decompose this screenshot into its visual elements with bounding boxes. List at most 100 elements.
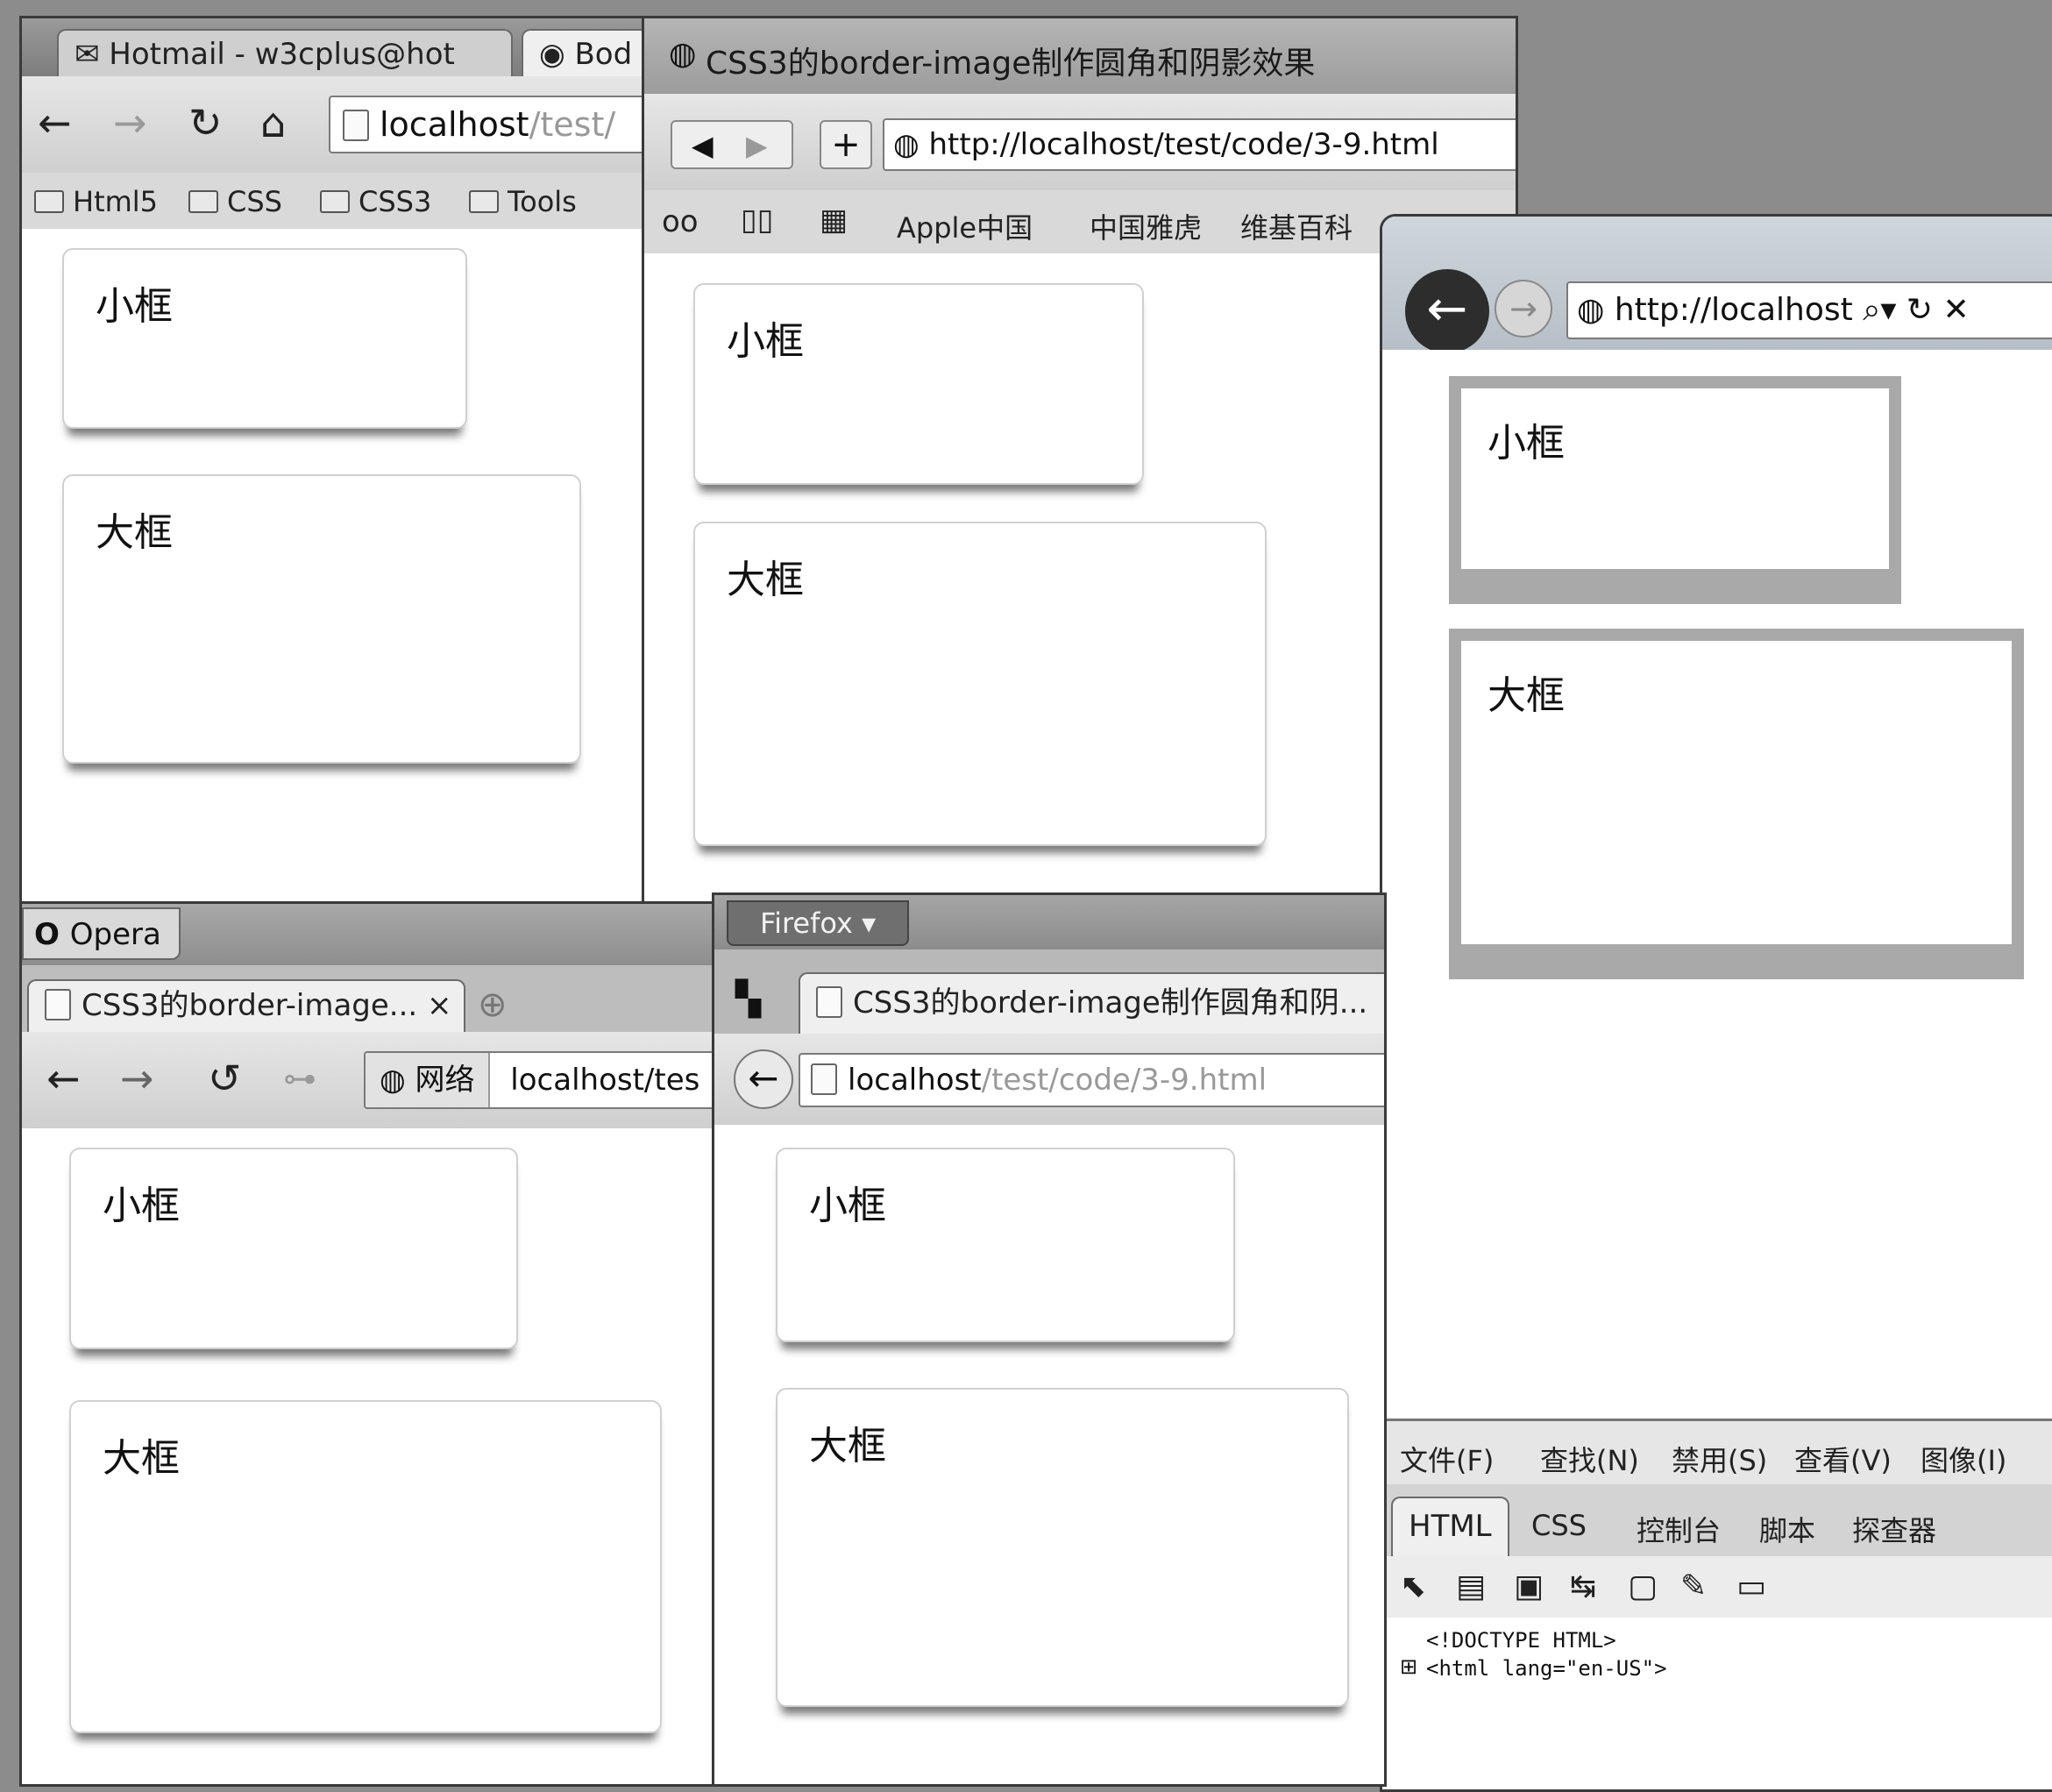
forward-icon[interactable]: ▶ bbox=[746, 129, 768, 162]
devtools-menu-image[interactable]: 图像(I) bbox=[1921, 1439, 2006, 1479]
bookmark-html5[interactable]: Html5 bbox=[34, 185, 158, 218]
devtools-dom-tree: <!DOCTYPE HTML> ⊞ <html lang="en-US"> bbox=[1382, 1618, 2052, 1789]
layout-icon[interactable]: ▭ bbox=[1736, 1568, 1766, 1604]
new-tab-icon[interactable]: ⊕ bbox=[478, 985, 508, 1025]
firefox-big-box: 大框 bbox=[776, 1388, 1349, 1707]
back-icon[interactable]: ← bbox=[46, 1058, 81, 1099]
book-icon[interactable]: ▯▯ bbox=[741, 203, 773, 238]
ie-url: http://localhost bbox=[1614, 292, 1853, 328]
devtools-tab-html[interactable]: HTML bbox=[1391, 1497, 1509, 1556]
mail-icon: ✉ bbox=[75, 37, 110, 72]
opera-toolbar: ← → ↺ ⊶ ◍ 网络 localhost/tes bbox=[22, 1032, 735, 1130]
bookmark-apple[interactable]: Apple中国 bbox=[897, 206, 1033, 246]
bookmark-tools[interactable]: Tools bbox=[469, 185, 577, 218]
opera-net-label: 网络 bbox=[415, 1063, 475, 1098]
globe-icon: ◍ bbox=[669, 36, 697, 72]
opera-small-box: 小框 bbox=[69, 1148, 518, 1349]
dom-icon[interactable]: ▢ bbox=[1628, 1568, 1658, 1604]
small-box-label: 小框 bbox=[1488, 421, 1565, 466]
add-bookmark-button[interactable]: + bbox=[820, 120, 872, 169]
back-icon[interactable]: ← bbox=[734, 1049, 793, 1109]
ie-small-box: 小框 bbox=[1449, 376, 1901, 604]
page-icon bbox=[811, 1063, 837, 1095]
opera-tab-label: CSS3的border-image... bbox=[82, 988, 418, 1023]
folder-icon bbox=[469, 190, 499, 213]
chrome-tab-bod-label: Bod bbox=[574, 37, 633, 72]
ie-big-box: 大框 bbox=[1449, 629, 2024, 979]
chrome-small-box: 小框 bbox=[62, 248, 467, 429]
firefox-page: 小框 大框 bbox=[714, 1125, 1384, 1784]
reading-list-icon[interactable]: oo bbox=[662, 204, 699, 239]
expand-icon[interactable]: ⊞ bbox=[1400, 1654, 1417, 1679]
devtools-menu-find[interactable]: 查找(N) bbox=[1540, 1439, 1639, 1479]
firefox-toolbar: ← localhost/test/code/3-9.html bbox=[714, 1034, 1384, 1127]
opera-menu-button[interactable]: O Opera bbox=[22, 907, 181, 960]
forward-icon[interactable]: → bbox=[120, 1058, 154, 1099]
chrome-address-bar[interactable]: localhost/test/ bbox=[329, 96, 648, 153]
big-box-label: 大框 bbox=[727, 558, 804, 602]
back-icon[interactable]: ◀ bbox=[692, 129, 714, 162]
back-icon[interactable]: ← bbox=[1405, 269, 1489, 353]
refresh-icon[interactable]: ↻ bbox=[1896, 292, 1933, 328]
chrome-tab-hotmail[interactable]: ✉ Hotmail - w3cplus@hot bbox=[57, 29, 513, 76]
ie-window: ← → ◍ http://localhost ⌕▾ ↻ ✕ 小框 大框 文件(F… bbox=[1380, 214, 2052, 1792]
key-icon[interactable]: ⊶ bbox=[283, 1062, 316, 1095]
bookmark-wikipedia[interactable]: 维基百科 bbox=[1240, 206, 1353, 246]
safari-small-box: 小框 bbox=[693, 283, 1144, 485]
home-icon[interactable]: ⌂ bbox=[260, 103, 286, 143]
reload-icon[interactable]: ↻ bbox=[188, 103, 223, 143]
opera-address-bar[interactable]: ◍ 网络 localhost/tes bbox=[364, 1051, 735, 1109]
search-icon[interactable]: ⌕▾ bbox=[1853, 292, 1896, 328]
firefox-tabstrip: ▚ CSS3的border-image制作圆角和阴... bbox=[714, 949, 1384, 1034]
firefox-tab-label: CSS3的border-image制作圆角和阴... bbox=[853, 985, 1368, 1020]
forward-icon[interactable]: → bbox=[1495, 280, 1552, 338]
folder-icon bbox=[34, 190, 64, 213]
forward-icon[interactable]: → bbox=[113, 103, 147, 143]
opera-titlebar: O Opera bbox=[22, 904, 735, 965]
save-icon[interactable]: ▣ bbox=[1514, 1568, 1544, 1604]
small-box-label: 小框 bbox=[727, 319, 804, 364]
ie-address-bar[interactable]: ◍ http://localhost ⌕▾ ↻ ✕ bbox=[1566, 281, 2052, 339]
opera-page: 小框 大框 bbox=[22, 1128, 735, 1784]
close-icon[interactable]: ✕ bbox=[1933, 292, 1969, 328]
close-tab-icon[interactable]: × bbox=[427, 988, 452, 1023]
devtools-tab-script[interactable]: 脚本 bbox=[1759, 1509, 1815, 1549]
chrome-tab-bod[interactable]: ◉ Bod bbox=[522, 29, 648, 76]
edit-icon[interactable]: ✎ bbox=[1680, 1568, 1707, 1604]
firefox-menu-button[interactable]: Firefox ▾ bbox=[727, 900, 910, 946]
safari-url: http://localhost/test/code/3-9.html bbox=[928, 127, 1439, 162]
bookmark-css3[interactable]: CSS3 bbox=[320, 185, 431, 218]
devtools-tab-profiler[interactable]: 探查器 bbox=[1852, 1509, 1936, 1549]
folder-icon bbox=[320, 190, 350, 213]
grid-icon[interactable]: ▦ bbox=[820, 203, 848, 238]
refresh-icon[interactable]: ↹ bbox=[1570, 1568, 1596, 1604]
chevron-down-icon: ▾ bbox=[852, 907, 877, 940]
clear-icon[interactable]: ▤ bbox=[1456, 1568, 1486, 1604]
back-icon[interactable]: ← bbox=[38, 103, 72, 143]
reload-icon[interactable]: ↺ bbox=[208, 1058, 242, 1099]
devtools-menu-disable[interactable]: 禁用(S) bbox=[1672, 1439, 1767, 1479]
opera-tab[interactable]: CSS3的border-image... × bbox=[27, 979, 465, 1032]
select-element-icon[interactable]: ⬉ bbox=[1400, 1568, 1426, 1604]
safari-address-bar[interactable]: ◍ http://localhost/test/code/3-9.html bbox=[883, 118, 1516, 171]
devtools-menu-file[interactable]: 文件(F) bbox=[1400, 1439, 1494, 1479]
chrome-big-box: 大框 bbox=[62, 474, 581, 764]
devtools-tab-console[interactable]: 控制台 bbox=[1637, 1509, 1721, 1549]
devtools-menu-view[interactable]: 查看(V) bbox=[1794, 1439, 1892, 1479]
firefox-address-bar[interactable]: localhost/test/code/3-9.html bbox=[799, 1053, 1384, 1107]
big-box-label: 大框 bbox=[103, 1436, 180, 1481]
firefox-tab[interactable]: CSS3的border-image制作圆角和阴... bbox=[799, 972, 1384, 1034]
bookmark-yahoo[interactable]: 中国雅虎 bbox=[1090, 206, 1202, 246]
chrome-tab-hotmail-label: Hotmail - w3cplus@hot bbox=[109, 37, 455, 72]
devtools-menubar: 文件(F) 查找(N) 禁用(S) 查看(V) 图像(I) bbox=[1382, 1421, 2052, 1486]
dom-node-doctype[interactable]: <!DOCTYPE HTML> bbox=[1426, 1628, 1616, 1653]
globe-icon: ◍ bbox=[380, 1063, 415, 1098]
dom-node-html[interactable]: <html lang="en-US"> bbox=[1426, 1656, 1667, 1681]
bookmark-css[interactable]: CSS bbox=[188, 185, 282, 218]
firefox-url-path: /test/code/3-9.html bbox=[981, 1063, 1267, 1098]
small-box-label: 小框 bbox=[809, 1184, 886, 1228]
tab-groups-icon[interactable]: ▚ bbox=[735, 979, 761, 1018]
big-box-label: 大框 bbox=[1488, 673, 1565, 718]
opera-url: localhost/tes bbox=[510, 1063, 700, 1098]
devtools-tab-css[interactable]: CSS bbox=[1531, 1509, 1587, 1542]
